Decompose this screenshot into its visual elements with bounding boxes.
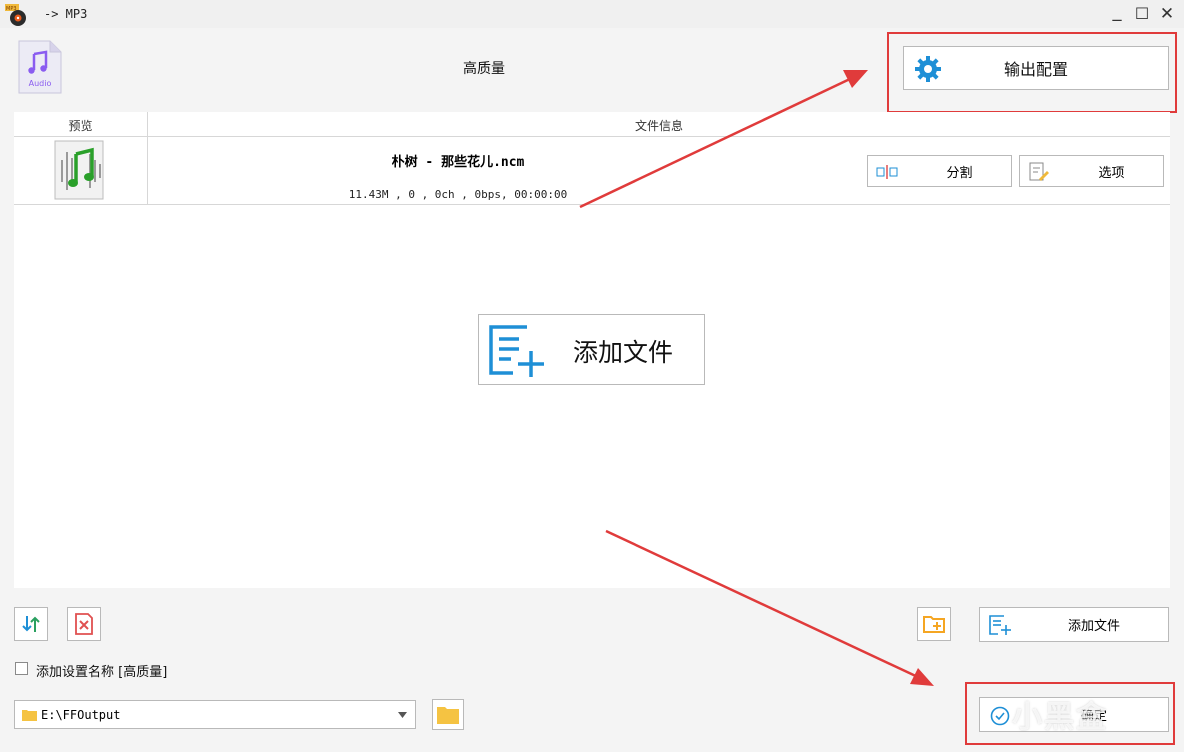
watermark: 小黑盒 [1012,700,1108,735]
browse-folder-button[interactable] [432,699,464,730]
music-file-thumbnail [54,140,104,200]
minimize-button[interactable]: _ [1106,2,1128,22]
add-preset-name-label: 添加设置名称 [高质量] [36,665,168,680]
add-preset-name-checkbox[interactable] [15,662,28,675]
remove-file-button[interactable] [67,607,101,641]
chevron-down-icon [398,712,407,718]
sort-icon [22,616,40,632]
column-header-preview: 预览 [68,119,93,133]
add-files-center-label: 添加文件 [573,338,674,367]
output-config-label: 输出配置 [1003,60,1068,79]
remove-file-icon [75,613,93,635]
output-path-value: E:\FFOutput [41,708,121,722]
add-file-icon [489,325,544,377]
add-files-center-button[interactable]: 添加文件 [478,314,705,385]
maximize-button[interactable]: ☐ [1131,4,1153,24]
add-files-button[interactable]: 添加文件 [979,607,1169,642]
file-name: 朴树 - 那些花儿.ncm [391,155,525,170]
options-icon [1029,162,1049,181]
title-bar [0,0,1184,28]
add-files-label: 添加文件 [1067,619,1120,634]
app-icon: MP3 [5,4,26,26]
preset-name: 高质量 [463,61,505,77]
file-meta: 11.43M , 0 , 0ch , 0bps, 00:00:00 [348,188,568,201]
options-label: 选项 [1098,165,1125,181]
audio-icon-label: Audio [29,79,52,88]
folder-icon [22,710,37,721]
split-icon [876,165,898,179]
check-circle-icon [990,706,1010,726]
window-title: -> MP3 [44,7,88,21]
output-config-button[interactable]: 输出配置 [903,46,1169,90]
add-folder-icon [923,616,945,633]
folder-icon [437,706,459,724]
add-file-icon [989,615,1011,635]
sort-button[interactable] [14,607,48,641]
options-button[interactable]: 选项 [1019,155,1164,187]
column-header-file-info: 文件信息 [634,119,683,133]
split-label: 分割 [946,165,973,181]
split-button[interactable]: 分割 [867,155,1012,187]
close-button[interactable]: ✕ [1156,4,1178,24]
add-folder-button[interactable] [917,607,951,641]
arrowhead-down [910,668,934,686]
output-path-select[interactable]: E:\FFOutput [14,700,416,729]
